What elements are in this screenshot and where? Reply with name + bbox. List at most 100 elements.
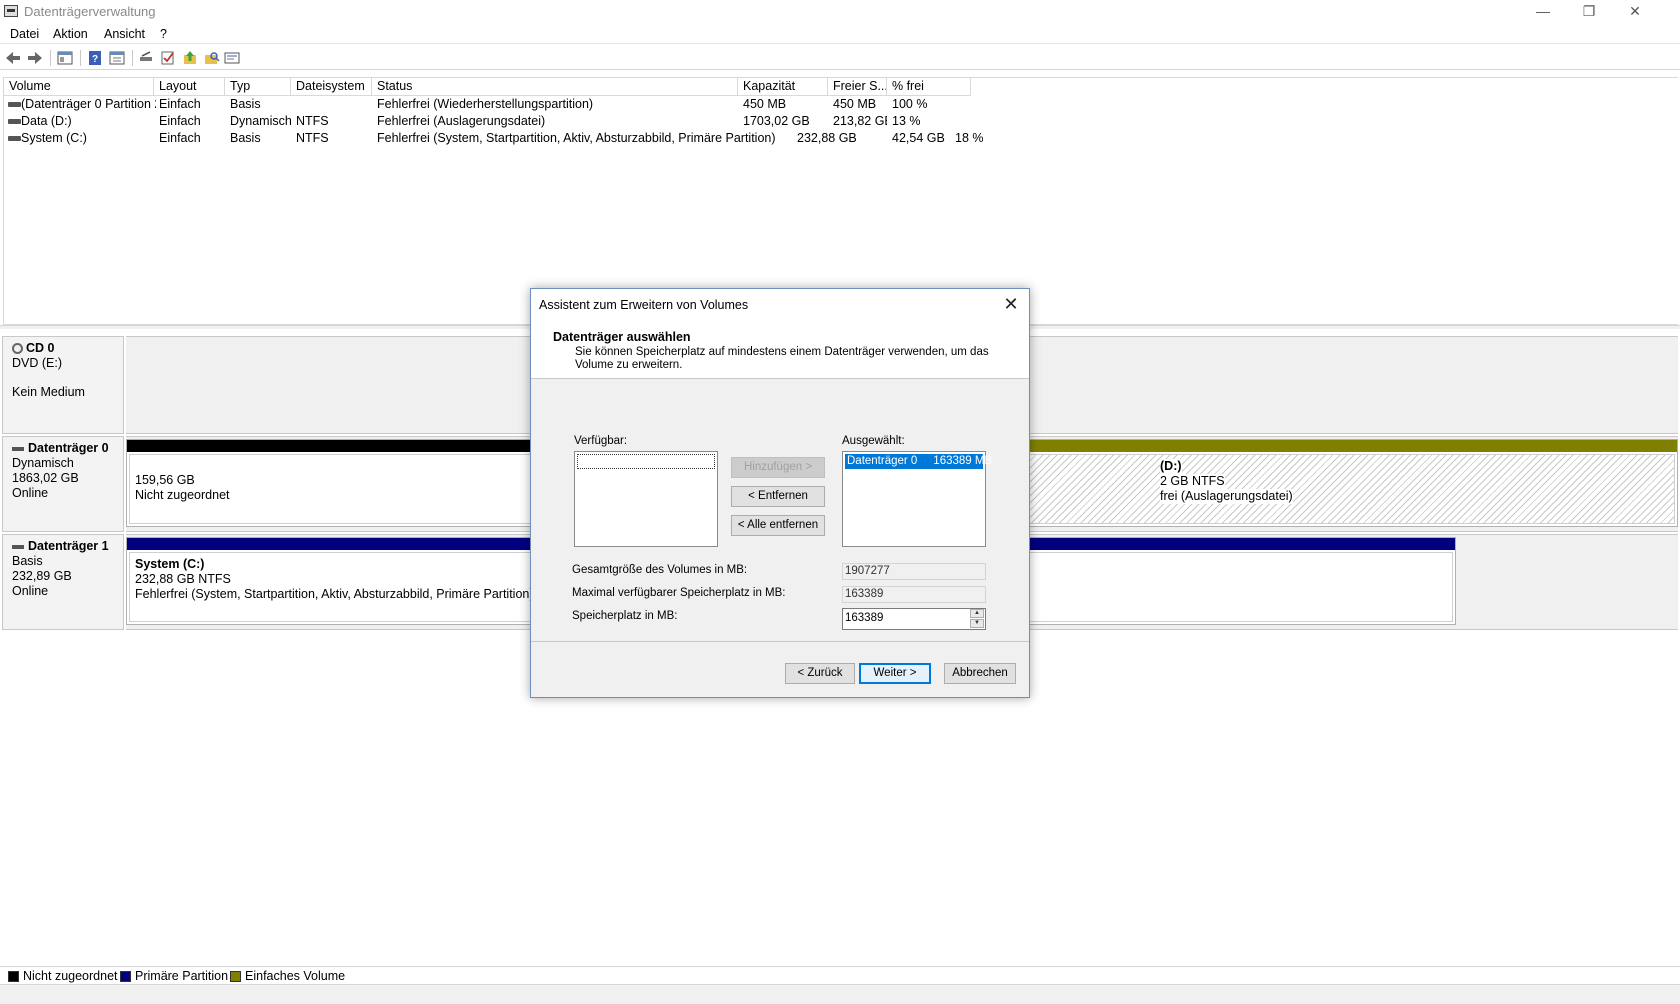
partition-status: frei (Auslagerungsdatei) [1160, 489, 1293, 504]
forward-arrow-icon[interactable] [27, 50, 43, 66]
hard-disk-icon [12, 544, 24, 549]
dialog-title: Assistent zum Erweitern von Volumes [539, 298, 749, 312]
table-row-volume[interactable]: System (C:) [16, 130, 156, 147]
spin-down-icon[interactable]: ▼ [970, 619, 984, 628]
restore-button[interactable]: ❐ [1566, 0, 1612, 24]
toolbar-separator [50, 50, 51, 66]
wizard-subtitle: Sie können Speicherplatz auf mindestens … [575, 346, 989, 371]
total-size-label: Gesamtgröße des Volumes in MB: [572, 564, 748, 576]
close-button[interactable]: ✕ [1612, 0, 1658, 24]
disk-name: Datenträger 0 [28, 441, 109, 455]
menu-datei[interactable]: Datei [10, 27, 39, 41]
legend-label: Einfaches Volume [245, 969, 346, 983]
search-folder-icon[interactable] [204, 50, 220, 66]
list-item[interactable]: Datenträger 0 163389 MB [845, 454, 992, 469]
column-freier-speicher[interactable]: Freier S... [828, 78, 887, 96]
table-row-prozent: 13 % [892, 114, 921, 128]
selected-label: Ausgewählt: [842, 435, 905, 447]
table-row-frei: 213,82 GB [833, 114, 887, 128]
disk-name: Datenträger 1 [28, 539, 109, 553]
menu-bar: Datei Aktion Ansicht ? [0, 24, 1680, 44]
disk-info-cd0[interactable]: CD 0 DVD (E:) Kein Medium [2, 336, 124, 434]
help-icon[interactable]: ? [87, 50, 103, 66]
disk-drive-letter: DVD (E:) [12, 356, 62, 370]
disk-name: CD 0 [26, 341, 55, 355]
list-focus-rect [577, 454, 715, 469]
table-row-typ: Basis [230, 97, 261, 111]
table-row-prozent: 100 % [892, 97, 928, 111]
legend-swatch-simple [230, 971, 241, 982]
spin-up-icon[interactable]: ▲ [970, 609, 984, 618]
disk-type: Dynamisch [12, 456, 74, 470]
space-input[interactable]: 163389 [842, 608, 986, 630]
minimize-button[interactable]: — [1520, 0, 1566, 24]
table-row-dateisystem: NTFS [296, 114, 329, 128]
disk-media-state: Kein Medium [12, 385, 85, 399]
disk-info-disk0[interactable]: Datenträger 0 Dynamisch 1863,02 GB Onlin… [2, 436, 124, 532]
toolbar-separator [80, 50, 81, 66]
table-row-dateisystem [291, 96, 372, 113]
table-row-volume[interactable]: Data (D:) [16, 113, 156, 130]
max-space-label: Maximal verfügbarer Speicherplatz in MB: [572, 587, 786, 599]
close-icon[interactable]: ✕ [999, 293, 1023, 315]
footer-divider [531, 641, 1029, 642]
column-layout[interactable]: Layout [154, 78, 225, 96]
column-status[interactable]: Status [372, 78, 738, 96]
column-prozent-frei[interactable]: % frei [887, 78, 971, 96]
disk-type: Basis [12, 554, 43, 568]
next-button[interactable]: Weiter > [859, 663, 931, 684]
table-row-dateisystem: NTFS [296, 131, 329, 145]
legend-label: Nicht zugeordnet [23, 969, 118, 983]
disk-state: Online [12, 486, 49, 500]
cd-drive-icon [12, 343, 23, 355]
available-label: Verfügbar: [574, 435, 628, 447]
window-title: Datenträgerverwaltung [24, 4, 156, 19]
svg-text:?: ? [92, 54, 98, 65]
wizard-heading: Datenträger auswählen [553, 330, 691, 344]
legend-label: Primäre Partition [135, 969, 229, 983]
table-row-kapazitaet: 450 MB [743, 97, 787, 111]
table-row-typ: Dynamisch [230, 114, 291, 128]
menu-ansicht[interactable]: Ansicht [104, 27, 145, 41]
disk-size: 1863,02 GB [12, 471, 79, 485]
menu-aktion[interactable]: Aktion [53, 27, 88, 41]
table-row-typ: Basis [230, 131, 261, 145]
space-label: Speicherplatz in MB: [572, 610, 678, 622]
check-icon[interactable] [160, 50, 176, 66]
legend-swatch-unallocated [8, 971, 19, 982]
wizard-header: Assistent zum Erweitern von Volumes ✕ Da… [531, 289, 1029, 379]
total-size-value: 1907277 [842, 563, 986, 580]
remove-all-button[interactable]: < Alle entfernen [731, 515, 825, 536]
extend-volume-wizard: Assistent zum Erweitern von Volumes ✕ Da… [530, 288, 1030, 698]
column-kapazitaet[interactable]: Kapazität [738, 78, 828, 96]
cancel-button[interactable]: Abbrechen [944, 663, 1016, 684]
upload-folder-icon[interactable] [182, 50, 198, 66]
available-disks-list[interactable] [574, 451, 718, 547]
toolbar: ? [0, 46, 1680, 70]
view-settings-icon[interactable] [224, 50, 240, 66]
partition-filesystem: 2 GB NTFS [1160, 474, 1225, 489]
column-typ[interactable]: Typ [225, 78, 291, 96]
remove-button[interactable]: < Entfernen [731, 486, 825, 507]
column-dateisystem[interactable]: Dateisystem [291, 78, 372, 96]
toolbar-separator [132, 50, 133, 66]
back-arrow-icon[interactable] [5, 50, 21, 66]
column-volume[interactable]: Volume [4, 78, 154, 96]
partition-legend: Nicht zugeordnet Primäre Partition Einfa… [0, 966, 1680, 984]
properties-icon[interactable] [109, 50, 125, 66]
table-row-volume[interactable]: (Datenträger 0 Partition 2) [16, 96, 156, 113]
status-bar [0, 984, 1680, 1004]
add-button[interactable]: Hinzufügen > [731, 457, 825, 478]
table-row-status: Fehlerfrei (System, Startpartition, Akti… [377, 131, 776, 145]
selected-disks-list[interactable]: Datenträger 0 163389 MB [842, 451, 992, 547]
table-row-frei: 450 MB [833, 97, 877, 111]
menu-help[interactable]: ? [160, 27, 167, 41]
table-row-layout: Einfach [159, 97, 201, 111]
console-tree-icon[interactable] [57, 50, 73, 66]
max-space-value: 163389 [842, 586, 986, 603]
back-button[interactable]: < Zurück [785, 663, 855, 684]
table-row-kapazitaet: 1703,02 GB [743, 114, 810, 128]
legend-swatch-primary [120, 971, 131, 982]
disk-info-disk1[interactable]: Datenträger 1 Basis 232,89 GB Online [2, 534, 124, 630]
rescan-disk-icon[interactable] [138, 50, 154, 66]
